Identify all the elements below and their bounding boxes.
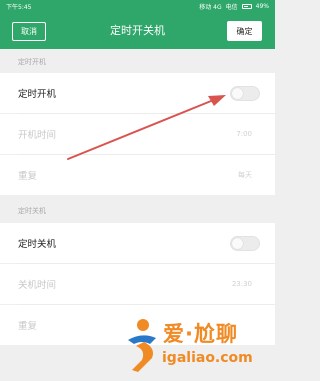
status-time: 下午5:45: [6, 4, 32, 11]
power-on-time-value: 7:00: [236, 130, 252, 138]
power-off-toggle-label: 定时关机: [18, 239, 57, 250]
watermark: 爱·尬聊 igaliao.com: [118, 312, 268, 380]
battery-icon: [241, 4, 252, 9]
confirm-button[interactable]: 确定: [227, 21, 262, 41]
section-label-power-on: 定时开机: [18, 58, 46, 66]
power-on-repeat-value: 每天: [238, 171, 252, 179]
watermark-brand: 爱·尬聊: [163, 322, 238, 346]
power-off-time-label: 关机时间: [18, 280, 57, 291]
watermark-domain: igaliao.com: [162, 350, 253, 366]
status-bar: 下午5:45 移动 4G 电信 49%: [0, 0, 275, 13]
status-carrier: 移动 4G: [199, 4, 222, 11]
status-indicators: 移动 4G 电信 49%: [199, 2, 269, 11]
power-on-toggle[interactable]: [230, 85, 260, 101]
power-off-toggle[interactable]: [230, 235, 260, 251]
power-on-toggle-label: 定时开机: [18, 89, 57, 100]
power-on-repeat-row[interactable]: 重复 每天: [0, 155, 275, 195]
battery-level: 49%: [255, 3, 269, 10]
watermark-logo-icon: [128, 319, 156, 372]
power-off-time-value: 23:30: [231, 280, 252, 288]
power-off-time-row[interactable]: 关机时间 23:30: [0, 264, 275, 304]
power-on-time-row[interactable]: 开机时间 7:00: [0, 114, 275, 154]
power-on-time-label: 开机时间: [18, 130, 57, 141]
status-carrier-2: 电信: [225, 4, 238, 11]
power-off-repeat-label: 重复: [18, 321, 38, 332]
power-off-toggle-row[interactable]: 定时关机: [0, 223, 275, 263]
power-on-toggle-row[interactable]: 定时开机: [0, 73, 275, 113]
title-bar: 取消 定时开关机 确定: [0, 13, 275, 49]
power-on-repeat-label: 重复: [18, 171, 38, 182]
section-label-power-off: 定时关机: [18, 207, 46, 215]
